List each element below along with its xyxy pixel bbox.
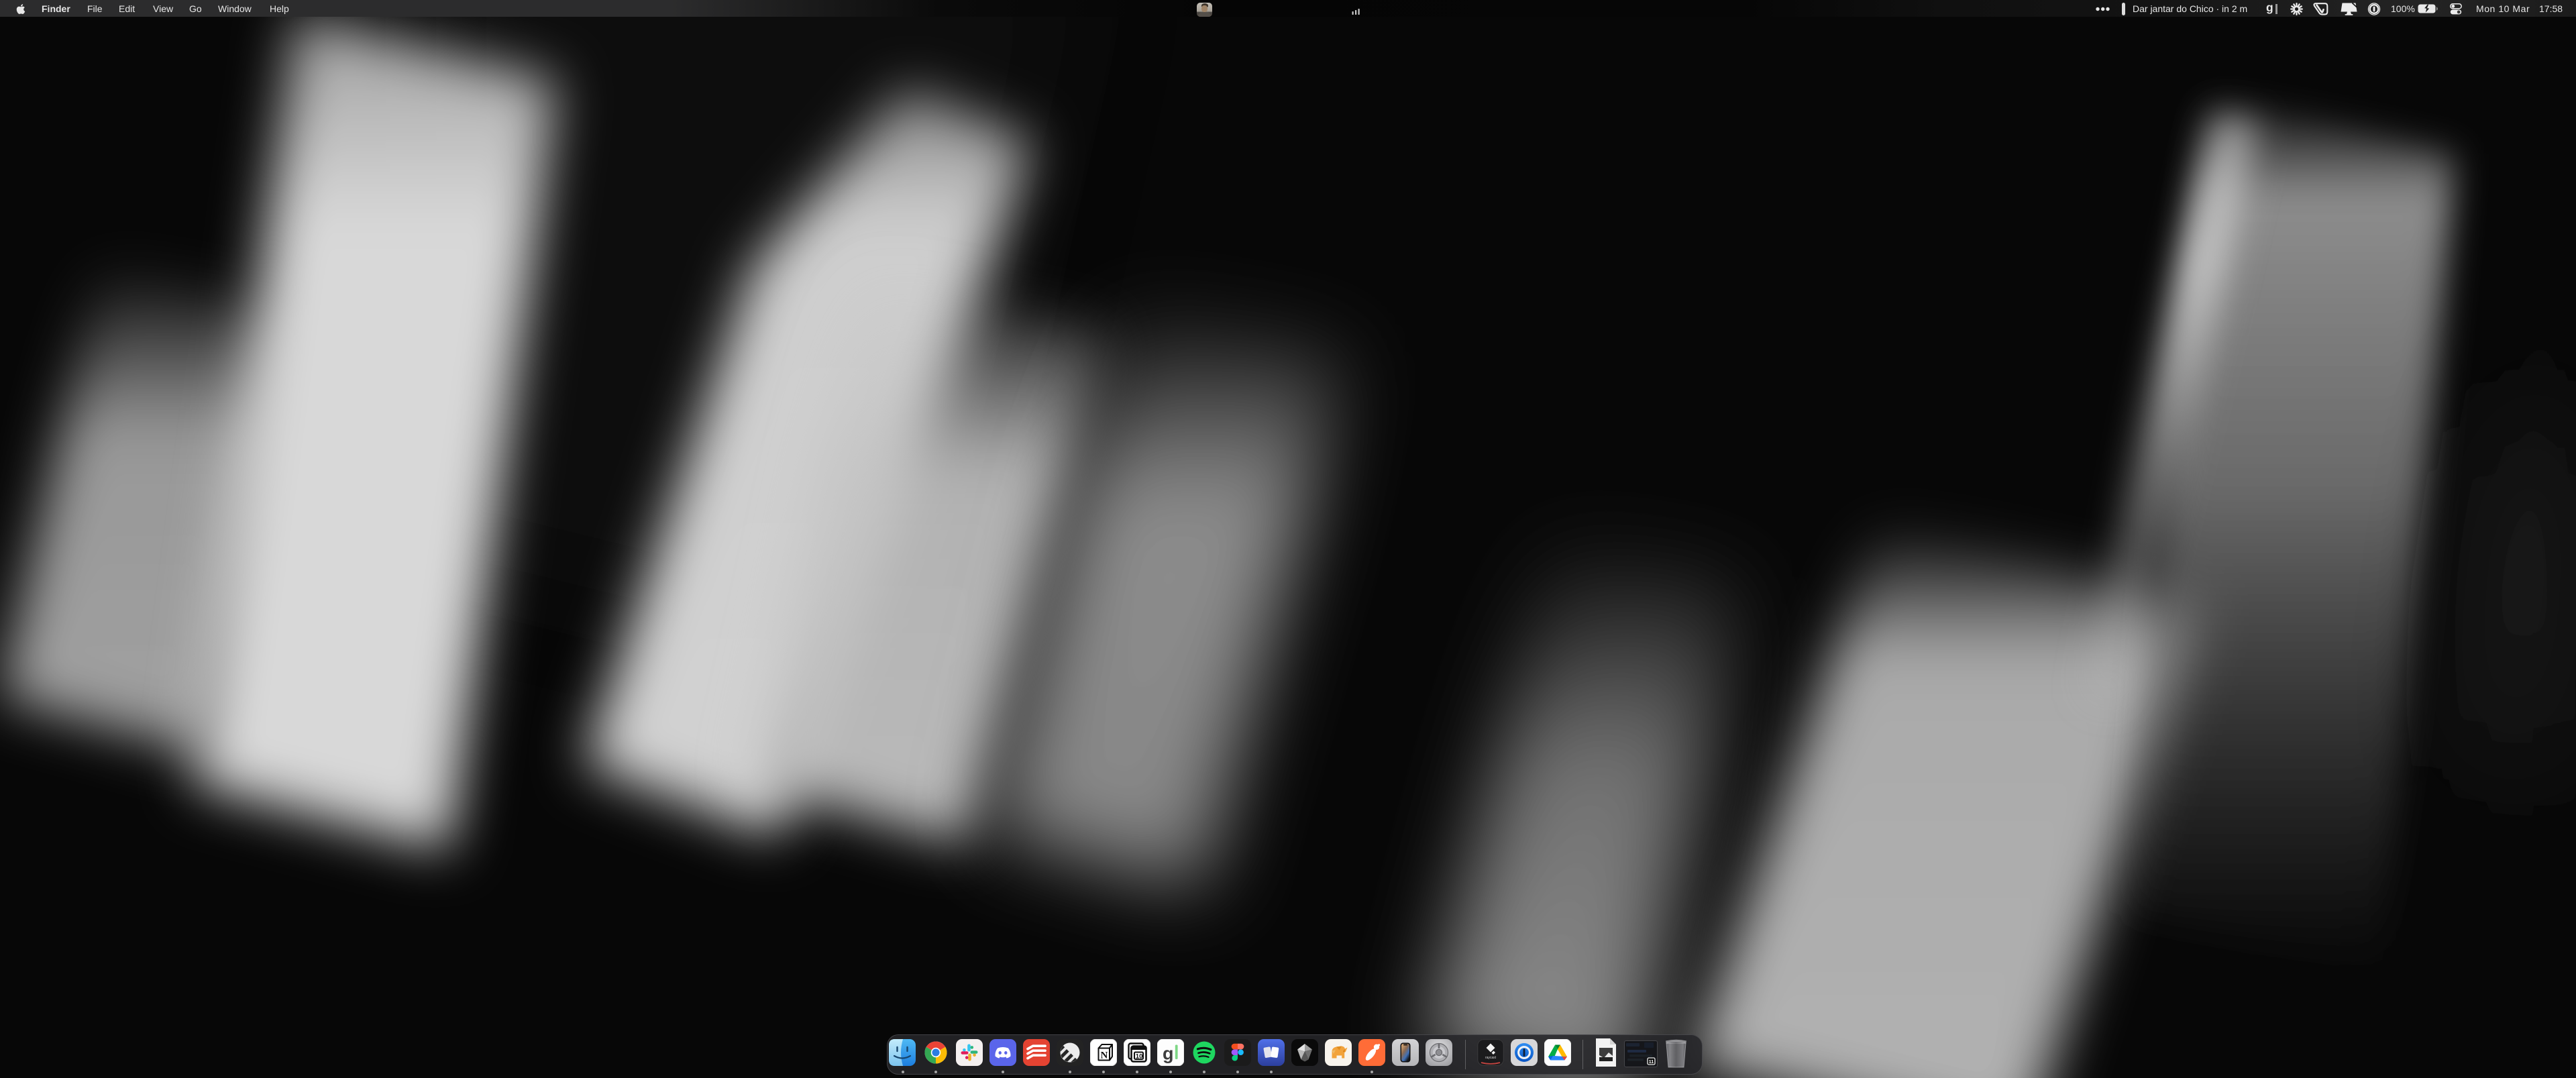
svg-text:10: 10 — [1136, 1053, 1143, 1060]
svg-text:g: g — [1163, 1044, 1174, 1064]
svg-text:N: N — [1101, 1050, 1108, 1061]
svg-text:11: 11 — [1649, 1060, 1654, 1065]
svg-text:raycast: raycast — [1485, 1056, 1497, 1060]
